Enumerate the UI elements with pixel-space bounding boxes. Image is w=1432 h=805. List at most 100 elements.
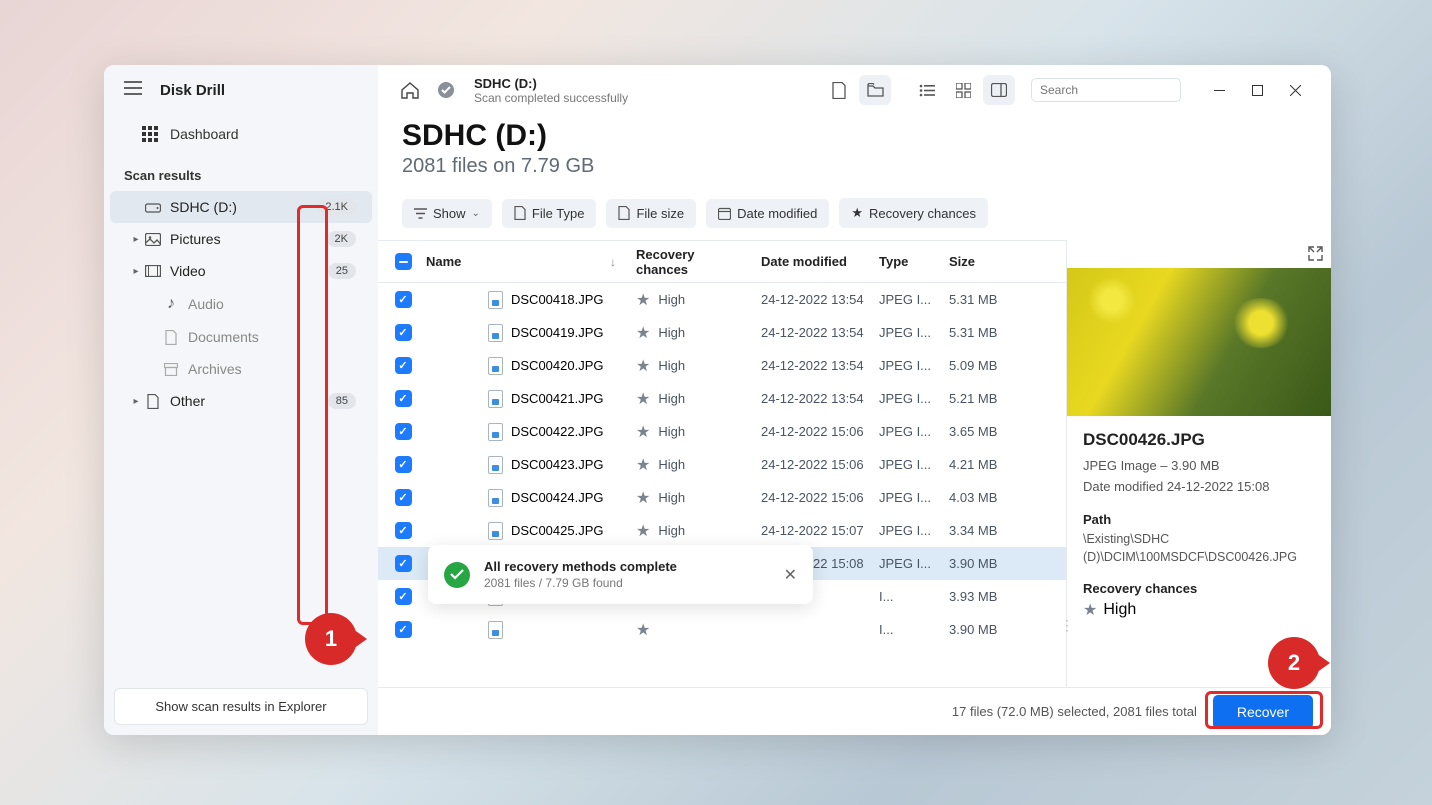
file-size-value: 3.34 MB — [941, 523, 1011, 538]
row-checkbox[interactable]: ✓ — [395, 390, 412, 407]
star-icon: ★ — [636, 521, 650, 541]
sidebar-item-label: Archives — [188, 361, 356, 377]
table-row[interactable]: ✓★I...3.90 MB — [378, 613, 1066, 646]
table-row[interactable]: ✓DSC00420.JPG★High24-12-2022 13:54JPEG I… — [378, 349, 1066, 382]
table-row[interactable]: ✓DSC00419.JPG★High24-12-2022 13:54JPEG I… — [378, 316, 1066, 349]
home-icon[interactable] — [396, 76, 424, 104]
main-content: SDHC (D:) Scan completed successfully — [378, 65, 1331, 735]
selection-status: 17 files (72.0 MB) selected, 2081 files … — [952, 704, 1197, 719]
resize-handle[interactable] — [1063, 610, 1071, 640]
grid-view-icon[interactable] — [947, 75, 979, 105]
table-row[interactable]: ✓DSC00422.JPG★High24-12-2022 15:06JPEG I… — [378, 415, 1066, 448]
table-row[interactable]: ✓DSC00418.JPG★High24-12-2022 13:54JPEG I… — [378, 283, 1066, 316]
list-view-icon[interactable] — [911, 75, 943, 105]
file-type-value: JPEG I... — [871, 391, 941, 406]
row-checkbox[interactable]: ✓ — [395, 324, 412, 341]
table-row[interactable]: ✓DSC00421.JPG★High24-12-2022 13:54JPEG I… — [378, 382, 1066, 415]
file-size-value: 5.31 MB — [941, 325, 1011, 340]
file-icon — [514, 206, 526, 220]
file-icon — [142, 394, 164, 409]
row-checkbox[interactable]: ✓ — [395, 489, 412, 506]
jpeg-file-icon — [488, 324, 503, 342]
preview-meta-type-size: JPEG Image – 3.90 MB — [1083, 456, 1315, 477]
music-icon: ♪ — [160, 295, 182, 313]
file-name: DSC00422.JPG — [511, 424, 604, 439]
file-size-value: 3.65 MB — [941, 424, 1011, 439]
file-type-value: JPEG I... — [871, 523, 941, 538]
chevron-right-icon: ▸ — [130, 266, 142, 277]
close-button[interactable] — [1277, 75, 1313, 105]
show-filter[interactable]: Show⌄ — [402, 199, 492, 228]
sidebar-item-documents[interactable]: Documents — [148, 321, 372, 353]
file-type-value: JPEG I... — [871, 325, 941, 340]
file-size-value: 5.31 MB — [941, 292, 1011, 307]
star-icon: ★ — [851, 205, 863, 221]
show-in-explorer-button[interactable]: Show scan results in Explorer — [114, 688, 368, 725]
file-type-value: JPEG I... — [871, 292, 941, 307]
app-title: Disk Drill — [160, 82, 225, 99]
sidebar-item-archives[interactable]: Archives — [148, 353, 372, 385]
sidebar-item-sdhc[interactable]: SDHC (D:) 2.1K — [110, 191, 372, 223]
count-badge: 25 — [328, 263, 356, 279]
sidebar-item-audio[interactable]: ♪ Audio — [148, 287, 372, 321]
hamburger-icon[interactable] — [124, 81, 142, 100]
sidebar-item-video[interactable]: ▸ Video 25 — [110, 255, 372, 287]
star-icon: ★ — [636, 389, 650, 409]
expand-icon[interactable] — [1308, 246, 1323, 266]
date-modified-filter[interactable]: Date modified — [706, 199, 829, 228]
star-icon: ★ — [636, 290, 650, 310]
file-name: DSC00418.JPG — [511, 292, 604, 307]
date-modified-value: 24-12-2022 13:54 — [753, 391, 871, 406]
file-size-value: 3.90 MB — [941, 556, 1011, 571]
file-icon — [618, 206, 630, 220]
row-checkbox[interactable]: ✓ — [395, 588, 412, 605]
row-checkbox[interactable]: ✓ — [395, 357, 412, 374]
jpeg-file-icon — [488, 357, 503, 375]
sidebar-item-pictures[interactable]: ▸ Pictures 2K — [110, 223, 372, 255]
recovery-chance-value: High — [658, 457, 685, 472]
star-icon: ★ — [1083, 600, 1097, 620]
table-row[interactable]: ✓DSC00425.JPG★High24-12-2022 15:07JPEG I… — [378, 514, 1066, 547]
table-row[interactable]: ✓DSC00423.JPG★High24-12-2022 15:06JPEG I… — [378, 448, 1066, 481]
file-size-filter[interactable]: File size — [606, 199, 696, 228]
toast-notification: All recovery methods complete 2081 files… — [428, 545, 813, 604]
folder-view-icon[interactable] — [859, 75, 891, 105]
row-checkbox[interactable]: ✓ — [395, 291, 412, 308]
column-date-modified[interactable]: Date modified — [753, 254, 871, 269]
star-icon: ★ — [636, 422, 650, 442]
file-type-value: JPEG I... — [871, 424, 941, 439]
row-checkbox[interactable]: ✓ — [395, 456, 412, 473]
file-view-icon[interactable] — [823, 75, 855, 105]
archive-icon — [160, 363, 182, 376]
select-all-checkbox[interactable]: ✓ — [395, 253, 412, 270]
table-header: ✓ Name↓ Recovery chances Date modified T… — [378, 241, 1066, 283]
split-view-icon[interactable] — [983, 75, 1015, 105]
table-row[interactable]: ✓DSC00424.JPG★High24-12-2022 15:06JPEG I… — [378, 481, 1066, 514]
column-name[interactable]: Name↓ — [418, 254, 628, 269]
row-checkbox[interactable]: ✓ — [395, 522, 412, 539]
recover-button[interactable]: Recover — [1213, 695, 1313, 729]
search-input[interactable] — [1031, 78, 1181, 102]
footer-bar: 17 files (72.0 MB) selected, 2081 files … — [378, 687, 1331, 735]
checkmark-circle-icon — [444, 562, 470, 588]
row-checkbox[interactable]: ✓ — [395, 621, 412, 638]
column-size[interactable]: Size — [941, 254, 1011, 269]
column-recovery-chances[interactable]: Recovery chances — [628, 247, 753, 277]
grid-icon — [142, 126, 158, 142]
sidebar-item-other[interactable]: ▸ Other 85 — [110, 385, 372, 417]
file-type-filter[interactable]: File Type — [502, 199, 597, 228]
column-type[interactable]: Type — [871, 254, 941, 269]
dashboard-label: Dashboard — [170, 126, 239, 142]
row-checkbox[interactable]: ✓ — [395, 555, 412, 572]
toast-close-button[interactable]: ✕ — [784, 565, 797, 585]
dashboard-nav[interactable]: Dashboard — [104, 116, 378, 152]
recovery-chances-filter[interactable]: ★Recovery chances — [839, 198, 988, 228]
jpeg-file-icon — [488, 390, 503, 408]
maximize-button[interactable] — [1239, 75, 1275, 105]
row-checkbox[interactable]: ✓ — [395, 423, 412, 440]
filter-icon — [414, 208, 427, 219]
jpeg-file-icon — [488, 621, 503, 639]
minimize-button[interactable] — [1201, 75, 1237, 105]
toast-subtitle: 2081 files / 7.79 GB found — [484, 576, 677, 590]
search-field[interactable] — [1040, 83, 1195, 97]
